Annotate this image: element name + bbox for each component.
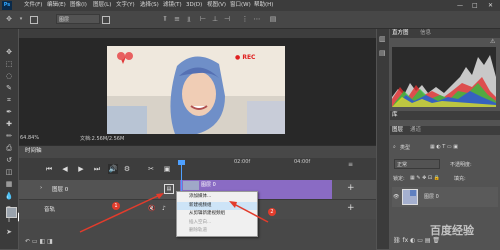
watermark: 百度经验 <box>430 224 474 237</box>
tab-channels[interactable]: 通道 <box>410 126 421 135</box>
layers-header <box>390 126 500 135</box>
tab-layers[interactable]: 图层 <box>392 126 403 135</box>
video-layer-badge-icon <box>410 190 416 196</box>
tab-info[interactable]: 信息 <box>420 29 431 38</box>
lock-icons[interactable]: ▦ ✎ ✥ ⊡ 🔒 <box>410 175 440 181</box>
history-panel-icon[interactable]: ▥ <box>379 35 386 43</box>
opacity-label: 不透明度: <box>450 162 472 168</box>
histogram-graph <box>392 47 496 107</box>
lock-label: 锁定: <box>393 176 405 182</box>
histogram-warning-icon[interactable]: ⚠ <box>490 38 495 45</box>
layer-footer-icons[interactable]: ⛓ fx ◐ ▭ ▤ 🗑 <box>393 237 440 244</box>
visibility-eye-icon[interactable]: 👁 <box>393 194 399 200</box>
fill-label: 填充: <box>454 176 466 182</box>
tab-histogram[interactable]: 直方图 <box>392 29 409 38</box>
search-icon[interactable]: ⌕ <box>393 144 396 150</box>
layer-filter-icons[interactable]: ▦ ◐ T ▭ ▣ <box>430 144 458 150</box>
layer-name: 图层 0 <box>424 194 439 200</box>
properties-panel-icon[interactable]: ▤ <box>379 49 386 57</box>
annotation-badge-2: 2 <box>268 208 276 216</box>
library-header <box>390 111 500 120</box>
histogram-chart <box>392 47 496 107</box>
right-icon-strip: ▥ ▤ <box>377 29 389 249</box>
layer-filter-type[interactable]: 类型 <box>400 144 410 151</box>
blend-mode-dropdown[interactable]: 正常 <box>394 159 440 169</box>
tab-library[interactable]: 库 <box>392 111 398 120</box>
annotation-badge-1: 1 <box>112 202 120 210</box>
